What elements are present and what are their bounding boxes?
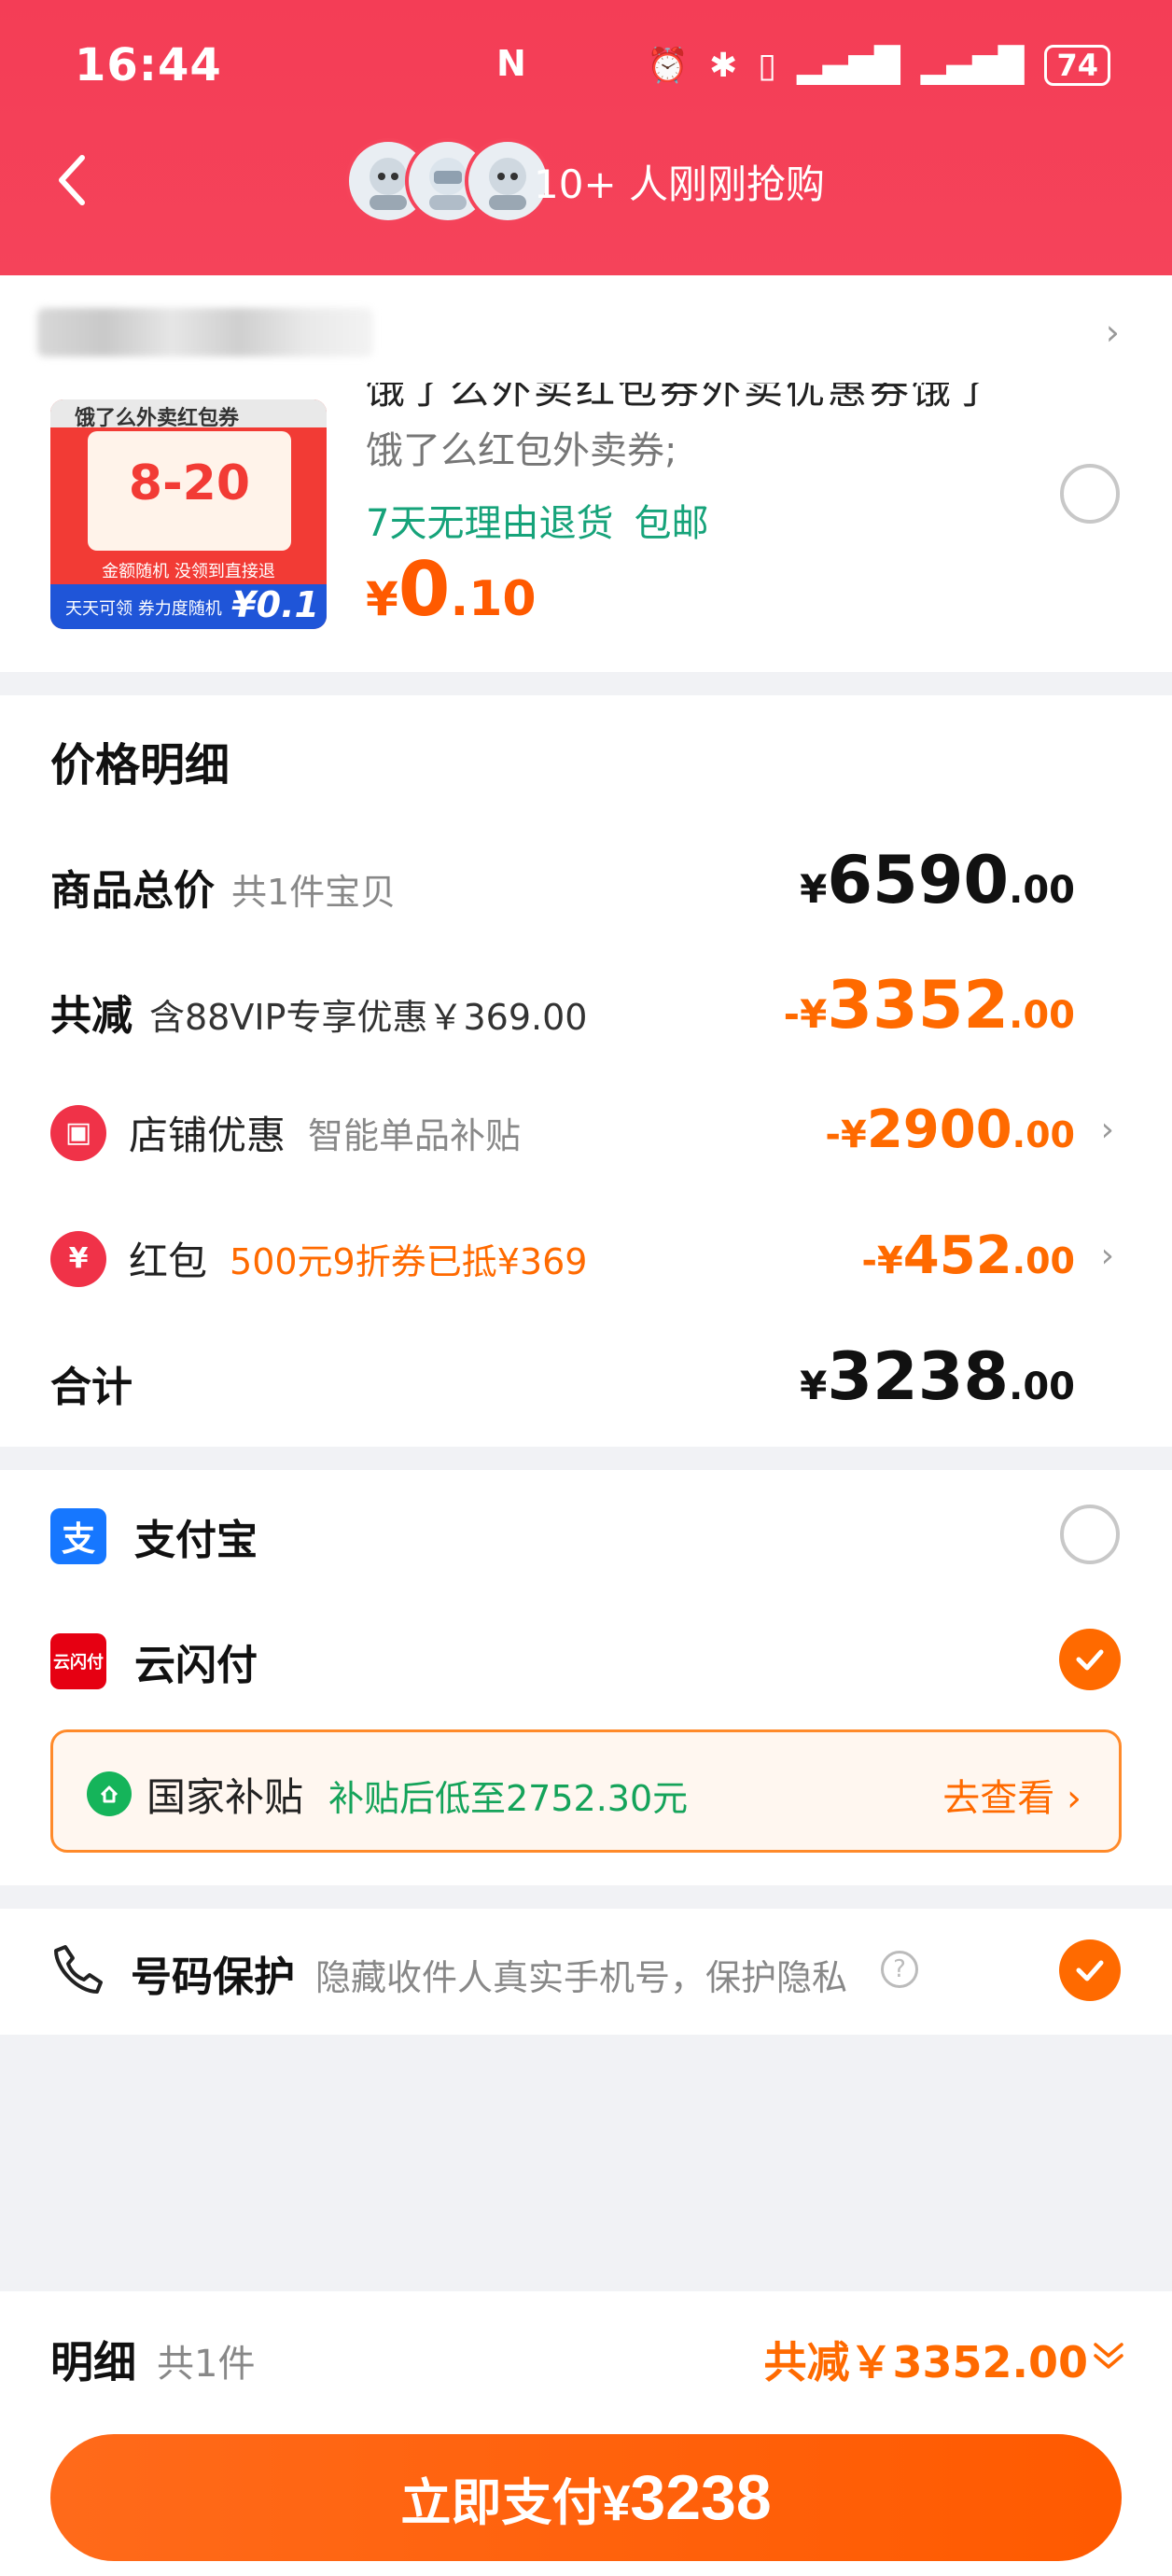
back-button[interactable] — [45, 147, 101, 213]
chevron-right-icon[interactable]: › — [1101, 1111, 1114, 1149]
detail-label[interactable]: 明细 — [50, 2329, 136, 2390]
product-spec: 饿了么红包外卖券; — [366, 429, 677, 472]
goods-total-amount: ¥6590.00 — [800, 842, 1075, 918]
subsidy-label: 国家补贴 — [146, 1774, 304, 1820]
red-packet-amount: -¥452.00 — [861, 1225, 1075, 1286]
alipay-icon: 支 — [50, 1508, 106, 1564]
product-image-footer: 天天可领 券力度随机 ¥0.1 — [50, 584, 327, 629]
header: 16:44 N ⏰ ✱ ▯ ▂▄▆█ ▂▄▆█ 74 10+ 人刚刚抢购 — [0, 0, 1172, 275]
shop-icon: ▣ — [50, 1104, 106, 1161]
nfc-icon: N — [496, 43, 526, 84]
number-protection-label: 号码保护 — [131, 1953, 295, 2001]
product-image-big-text: 8-20 — [128, 455, 251, 511]
product-image-sub: 金额随机 没领到直接退 — [102, 562, 275, 581]
product-tags: 7天无理由退货 包邮 — [366, 493, 708, 547]
buyers-text: 10+ 人刚刚抢购 — [534, 161, 825, 207]
product-image-price: ¥0.1 — [231, 584, 319, 625]
status-time: 16:44 — [75, 39, 222, 91]
check-icon — [1076, 1649, 1104, 1671]
detail-count: 共1件 — [157, 2343, 256, 2386]
payment-option-unionpay[interactable]: 云闪付 云闪付 — [50, 1631, 258, 1691]
subsidy-detail: 补贴后低至2752.30元 — [328, 1778, 689, 1819]
shop-discount-amount: -¥2900.00 — [825, 1099, 1075, 1160]
sum-label: 合计 — [50, 1364, 133, 1411]
bluetooth-icon: ✱ — [708, 46, 738, 85]
payment-option-alipay[interactable]: 支 支付宝 — [50, 1506, 258, 1566]
help-icon[interactable]: ? — [881, 1951, 918, 1988]
shop-row[interactable]: › — [37, 308, 1148, 366]
pay-now-button[interactable]: 立即支付¥ 3238 — [50, 2434, 1122, 2561]
phone-icon — [54, 1945, 103, 1994]
national-subsidy-banner[interactable]: 国家补贴 补贴后低至2752.30元 去查看 › — [50, 1729, 1122, 1853]
detail-total-reduction[interactable]: 共减￥3352.00 — [763, 2329, 1088, 2390]
signal-icon: ▂▄▆█ — [796, 46, 900, 85]
tag-return: 7天无理由退货 — [366, 502, 614, 545]
section-title: 价格明细 — [50, 739, 230, 791]
chevron-right-icon[interactable]: › — [1101, 1237, 1114, 1275]
sum-amount: ¥3238.00 — [800, 1338, 1075, 1415]
price-detail-card — [0, 695, 1172, 1447]
total-reduction-label: 共减 含88VIP专享优惠￥369.00 — [50, 992, 588, 1040]
chevron-right-icon: › — [1105, 312, 1120, 353]
chevron-down-icon[interactable] — [1090, 2337, 1127, 2374]
product-title[interactable]: 饿了么外卖红包券外卖优惠券饿了么 — [366, 383, 1019, 407]
alipay-radio[interactable] — [1060, 1505, 1120, 1564]
product-image[interactable]: 饿了么外卖红包券 8-20 金额随机 没领到直接退 天天可领 券力度随机 ¥0.… — [50, 399, 327, 629]
total-reduction-amount: -¥3352.00 — [783, 967, 1075, 1043]
goods-total-label: 商品总价 共1件宝贝 — [50, 867, 397, 915]
buyer-avatars — [345, 138, 551, 224]
product-price: ¥0.10 — [366, 546, 537, 633]
alarm-icon: ⏰ — [647, 47, 689, 85]
subsidy-view-link[interactable]: 去查看 › — [942, 1768, 1081, 1822]
product-image-title: 饿了么外卖红包券 — [75, 407, 240, 430]
number-protection-toggle[interactable] — [1059, 1939, 1121, 2001]
status-icons: ⏰ ✱ ▯ ▂▄▆█ ▂▄▆█ 74 — [647, 45, 1110, 86]
product-select-radio[interactable] — [1060, 464, 1120, 524]
signal-icon-2: ▂▄▆█ — [920, 46, 1025, 85]
back-icon — [59, 155, 85, 205]
red-packet-icon: ¥ — [50, 1230, 106, 1287]
shop-name-blurred — [37, 308, 373, 357]
battery-icon: 74 — [1044, 45, 1110, 86]
subsidy-icon — [87, 1771, 132, 1816]
vibrate-icon: ▯ — [758, 46, 776, 85]
tag-shipping: 包邮 — [634, 502, 709, 545]
red-packet-row[interactable]: ¥ 红包 500元9折券已抵¥369 — [50, 1230, 587, 1287]
unionpay-icon: 云闪付 — [50, 1633, 106, 1689]
check-icon — [1076, 1960, 1104, 1981]
number-protection-desc: 隐藏收件人真实手机号，保护隐私 — [315, 1957, 848, 1998]
shop-discount-row[interactable]: ▣ 店铺优惠 智能单品补贴 — [50, 1104, 521, 1161]
unionpay-radio[interactable] — [1059, 1629, 1121, 1690]
